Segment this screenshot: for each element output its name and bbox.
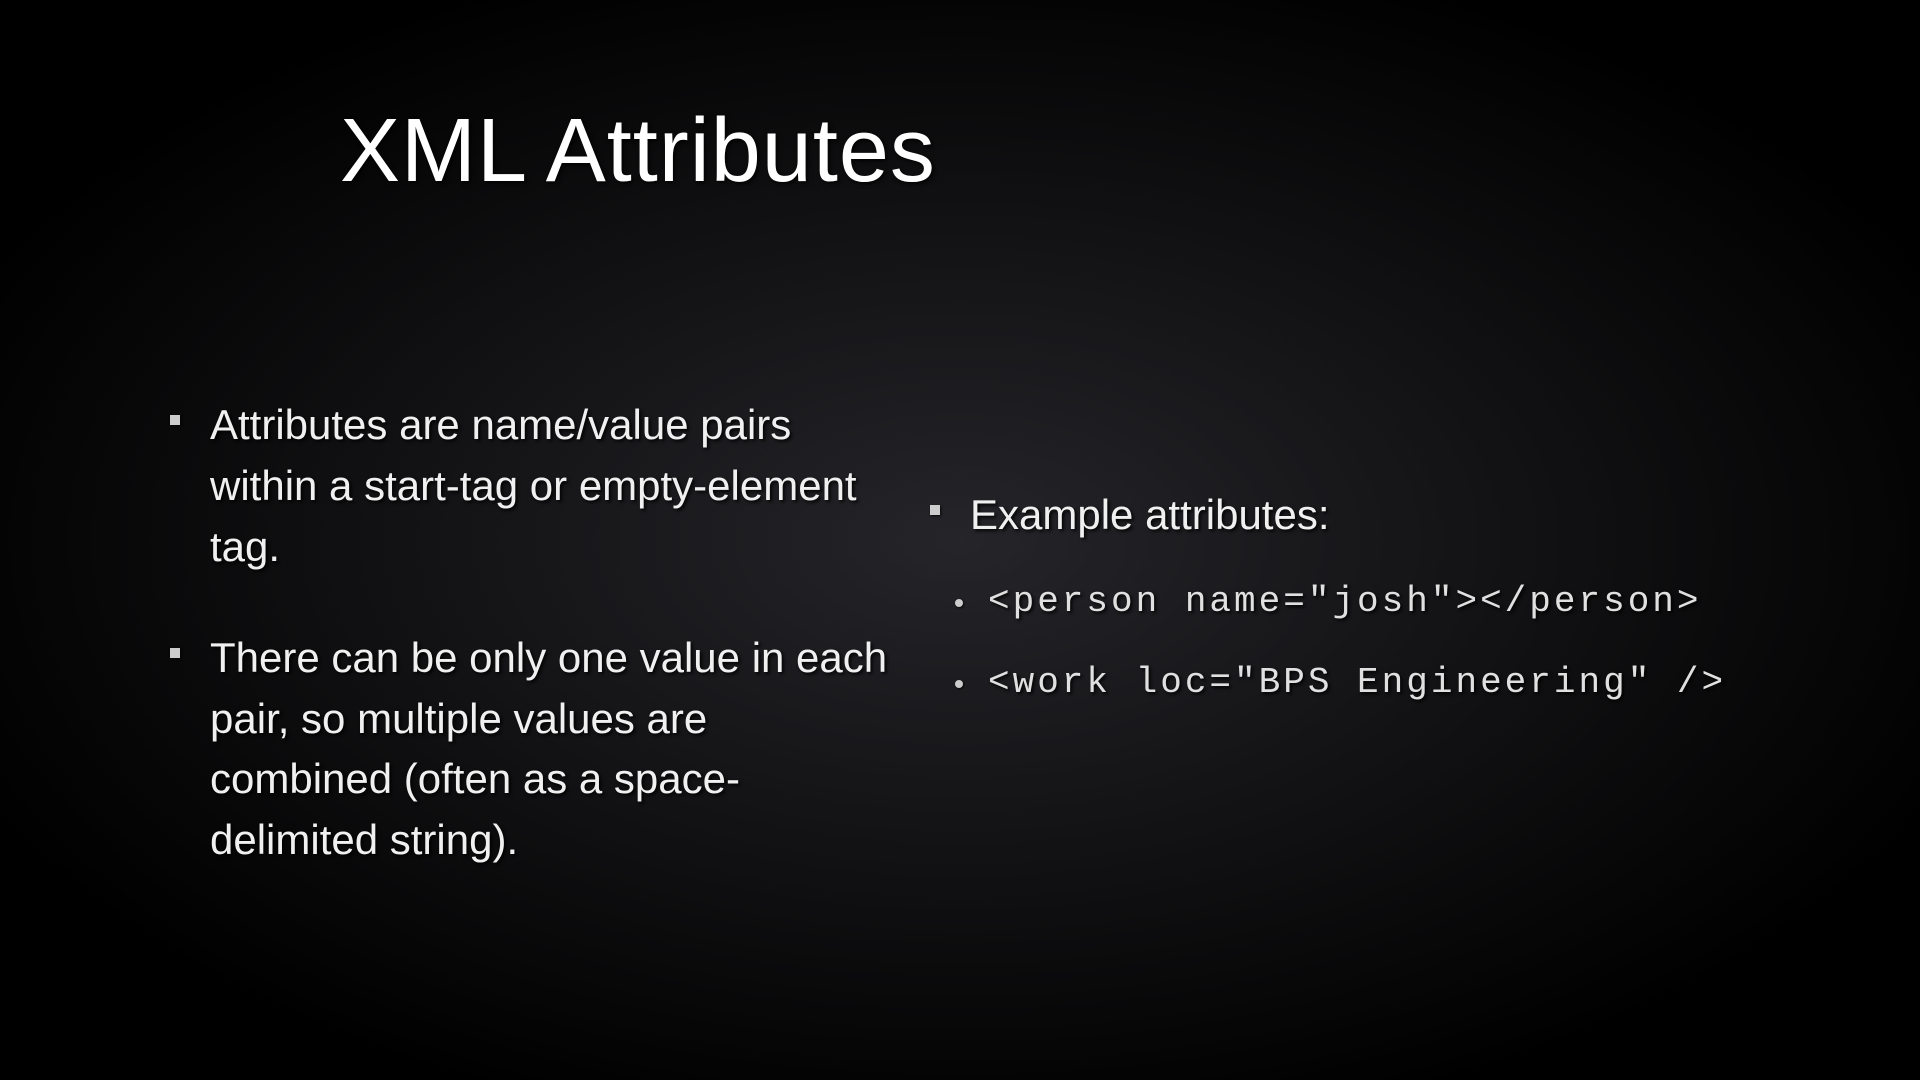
bullet-text: Attributes are name/value pairs within a…	[210, 395, 900, 578]
right-column: Example attributes: <person name="josh">…	[930, 485, 1900, 921]
sub-bullet-icon	[955, 680, 963, 688]
slide-title: XML Attributes	[340, 100, 936, 203]
slide: XML Attributes Attributes are name/value…	[0, 0, 1920, 1080]
bullet-icon	[170, 648, 180, 658]
sub-bullet-item: <work loc="BPS Engineering" />	[955, 662, 1900, 703]
bullet-icon	[930, 505, 940, 515]
sub-bullet-icon	[955, 599, 963, 607]
bullet-item: Attributes are name/value pairs within a…	[170, 395, 900, 578]
example-heading: Example attributes:	[970, 485, 1330, 546]
bullet-icon	[170, 415, 180, 425]
code-example: <person name="josh"></person>	[988, 581, 1702, 622]
slide-content: Attributes are name/value pairs within a…	[170, 395, 1900, 921]
bullet-item: There can be only one value in each pair…	[170, 628, 900, 872]
code-example: <work loc="BPS Engineering" />	[988, 662, 1726, 703]
sub-bullet-item: <person name="josh"></person>	[955, 581, 1900, 622]
left-column: Attributes are name/value pairs within a…	[170, 395, 930, 921]
bullet-item: Example attributes:	[930, 485, 1900, 546]
bullet-text: There can be only one value in each pair…	[210, 628, 900, 872]
